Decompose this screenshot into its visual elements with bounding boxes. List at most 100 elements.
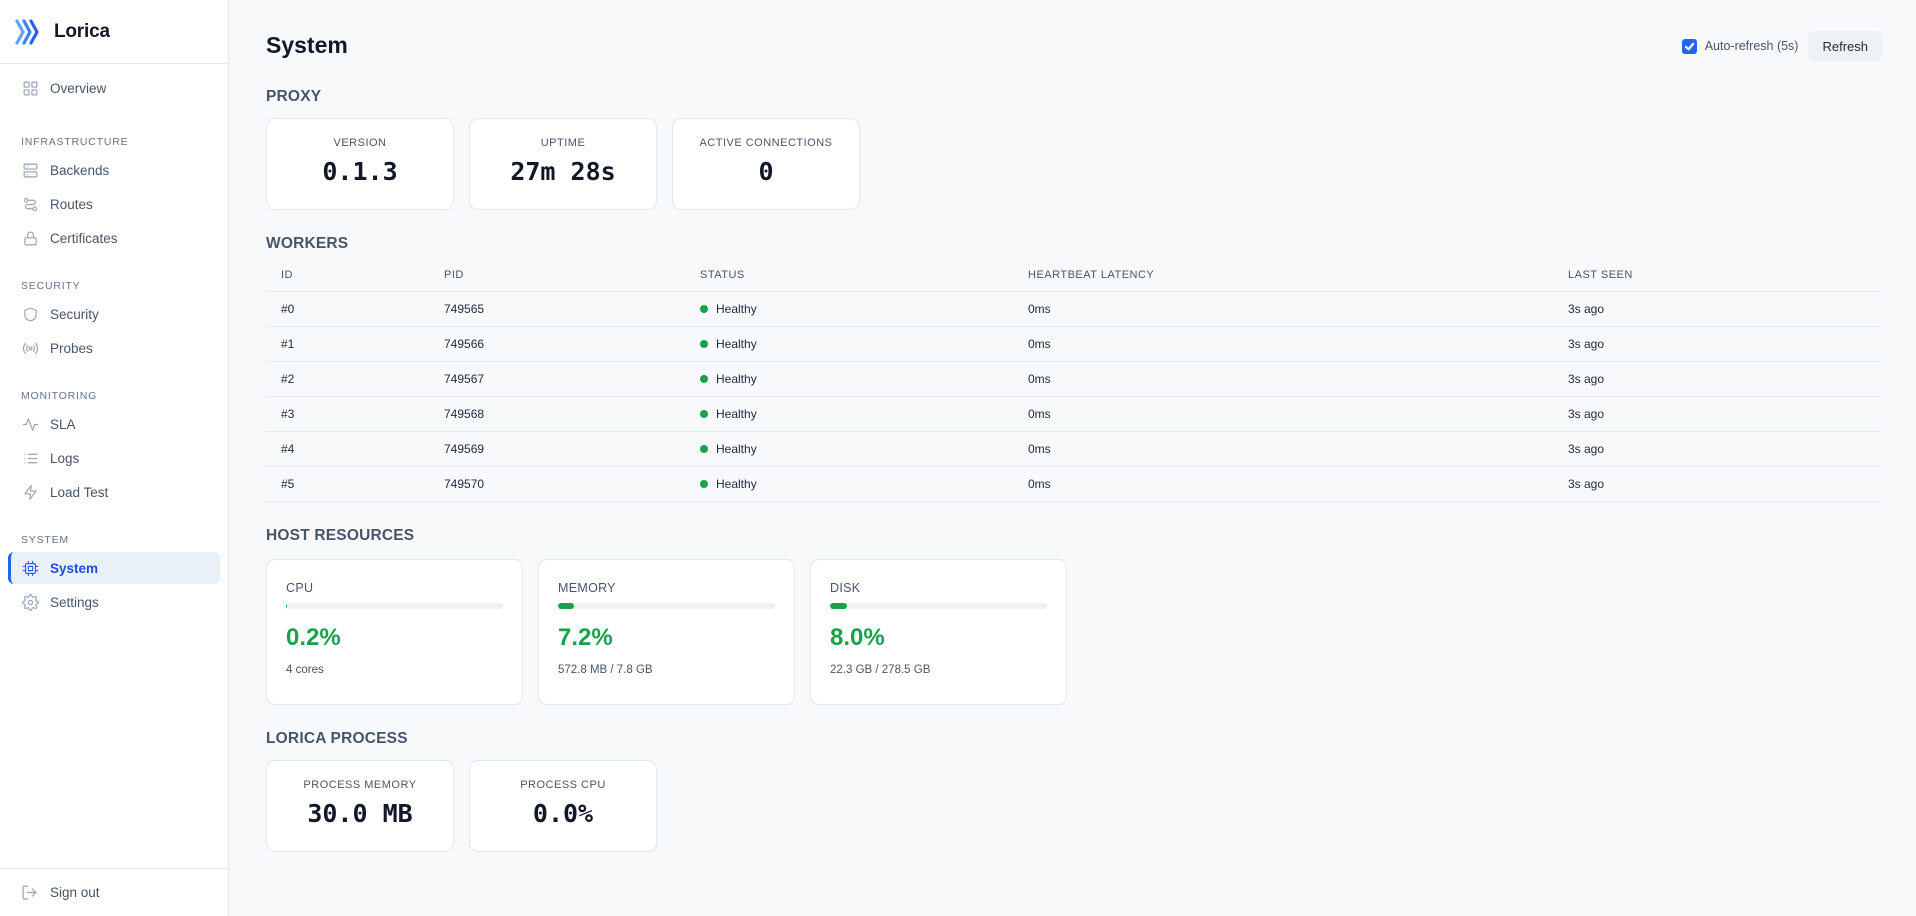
worker-last-seen: 3s ago: [1553, 291, 1882, 327]
sidebar-item-label: Probes: [50, 340, 93, 356]
stat-card-active-connections: ACTIVE CONNECTIONS 0: [672, 118, 860, 210]
section-title-host-resources: HOST RESOURCES: [266, 526, 415, 544]
stat-label: PROCESS MEMORY: [303, 778, 417, 791]
worker-latency: 0ms: [1013, 431, 1553, 467]
status-dot: [700, 409, 708, 418]
resource-label: DISK: [830, 580, 861, 595]
resource-detail: 4 cores: [286, 663, 324, 676]
stat-label: PROCESS CPU: [520, 778, 606, 791]
sidebar-item-sla[interactable]: SLA: [8, 408, 220, 440]
usage-bar: [558, 602, 775, 609]
sidebar-item-label: Overview: [50, 80, 107, 96]
worker-pid: 749566: [429, 326, 685, 362]
worker-id: #3: [266, 396, 429, 432]
stat-card-uptime: UPTIME 27m 28s: [469, 118, 657, 210]
worker-id: #2: [266, 361, 429, 397]
resource-card-cpu: CPU 0.2% 4 cores: [266, 558, 523, 705]
nav-group-monitoring: MONITORING: [21, 390, 98, 402]
worker-last-seen: 3s ago: [1553, 361, 1882, 397]
sidebar-item-certificates[interactable]: Certificates: [8, 222, 220, 254]
brand[interactable]: Lorica: [0, 0, 228, 64]
auto-refresh-toggle[interactable]: Auto-refresh (5s): [1681, 38, 1799, 54]
resource-value: 8.0%: [830, 623, 885, 651]
worker-id: #0: [266, 291, 429, 327]
shield-icon: [21, 305, 39, 323]
table-header-row: ID PID STATUS HEARTBEAT LATENCY LAST SEE…: [266, 259, 1882, 292]
stat-value: 0: [758, 157, 774, 186]
stat-card-version: VERSION 0.1.3: [266, 118, 454, 210]
check-icon: [1684, 42, 1694, 50]
auto-refresh-label: Auto-refresh (5s): [1704, 39, 1799, 53]
worker-pid: 749565: [429, 291, 685, 327]
stat-value: 27m 28s: [510, 157, 616, 186]
sidebar-item-label: Settings: [50, 594, 99, 610]
section-title-workers: WORKERS: [266, 235, 349, 252]
worker-latency: 0ms: [1013, 326, 1553, 362]
usage-bar: [286, 602, 503, 609]
nav-group-infrastructure: INFRASTRUCTURE: [21, 136, 129, 148]
worker-pid: 749567: [429, 361, 685, 397]
column-header-last-seen: LAST SEEN: [1553, 259, 1882, 292]
sidebar-item-label: Backends: [50, 162, 110, 178]
column-header-status: STATUS: [685, 259, 1013, 292]
resource-label: CPU: [286, 580, 314, 595]
route-icon: [21, 195, 39, 213]
sidebar-item-security[interactable]: Security: [8, 298, 220, 330]
sidebar-item-load-test[interactable]: Load Test: [8, 476, 220, 508]
auto-refresh-checkbox[interactable]: [1681, 38, 1697, 54]
worker-pid: 749570: [429, 466, 685, 502]
proxy-cards: VERSION 0.1.3 UPTIME 27m 28s ACTIVE CONN…: [266, 118, 1882, 210]
stat-card-process-cpu: PROCESS CPU 0.0%: [469, 759, 657, 852]
sidebar-item-label: Routes: [50, 196, 93, 212]
stat-label: ACTIVE CONNECTIONS: [699, 137, 833, 149]
resource-detail: 572.8 MB / 7.8 GB: [558, 663, 653, 676]
grid-icon: [21, 79, 39, 97]
worker-latency: 0ms: [1013, 466, 1553, 502]
sidebar-item-backends[interactable]: Backends: [8, 154, 220, 186]
resource-card-disk: DISK 8.0% 22.3 GB / 278.5 GB: [810, 558, 1067, 705]
sidebar-item-settings[interactable]: Settings: [8, 586, 220, 618]
process-cards: PROCESS MEMORY 30.0 MB PROCESS CPU 0.0%: [266, 759, 1882, 852]
worker-status: Healthy: [716, 406, 757, 421]
worker-pid: 749568: [429, 396, 685, 432]
sign-out-label: Sign out: [50, 885, 100, 900]
usage-bar-fill: [286, 602, 288, 609]
sidebar-item-label: Logs: [50, 450, 80, 466]
usage-bar-fill: [830, 602, 848, 609]
resource-detail: 22.3 GB / 278.5 GB: [830, 663, 931, 676]
refresh-button[interactable]: Refresh: [1808, 31, 1882, 61]
broadcast-icon: [21, 339, 39, 357]
sidebar-item-system[interactable]: System: [8, 552, 220, 584]
table-row: #4 749569 Healthy 0ms 3s ago: [266, 431, 1882, 467]
sidebar-item-label: Certificates: [50, 230, 118, 246]
nav-group-security: SECURITY: [21, 280, 81, 292]
column-header-id: ID: [266, 259, 429, 292]
column-header-heartbeat-latency: HEARTBEAT LATENCY: [1013, 259, 1553, 292]
status-dot: [700, 304, 708, 313]
page-title: System: [266, 31, 348, 58]
worker-latency: 0ms: [1013, 291, 1553, 327]
header-actions: Auto-refresh (5s) Refresh: [1681, 31, 1882, 61]
resource-value: 7.2%: [558, 623, 613, 651]
sign-out-button[interactable]: Sign out: [0, 868, 228, 916]
section-title-proxy: PROXY: [266, 88, 322, 105]
table-row: #5 749570 Healthy 0ms 3s ago: [266, 466, 1882, 502]
brand-name: Lorica: [54, 20, 110, 42]
status-dot: [700, 479, 708, 488]
worker-last-seen: 3s ago: [1553, 431, 1882, 467]
sidebar-item-label: Load Test: [50, 484, 109, 500]
sign-out-icon: [21, 884, 39, 902]
page-header: System Auto-refresh (5s) Refresh: [266, 0, 1882, 92]
sidebar-item-overview[interactable]: Overview: [8, 72, 220, 104]
worker-latency: 0ms: [1013, 361, 1553, 397]
usage-bar-fill: [558, 602, 574, 609]
sidebar-item-routes[interactable]: Routes: [8, 188, 220, 220]
worker-status: Healthy: [716, 336, 757, 351]
status-dot: [700, 444, 708, 453]
sidebar-item-label: Security: [50, 306, 99, 322]
sidebar-nav: Overview INFRASTRUCTURE Backends Routes: [0, 64, 228, 618]
sidebar-item-logs[interactable]: Logs: [8, 442, 220, 474]
sidebar-item-probes[interactable]: Probes: [8, 332, 220, 364]
bolt-icon: [21, 483, 39, 501]
lock-icon: [21, 229, 39, 247]
